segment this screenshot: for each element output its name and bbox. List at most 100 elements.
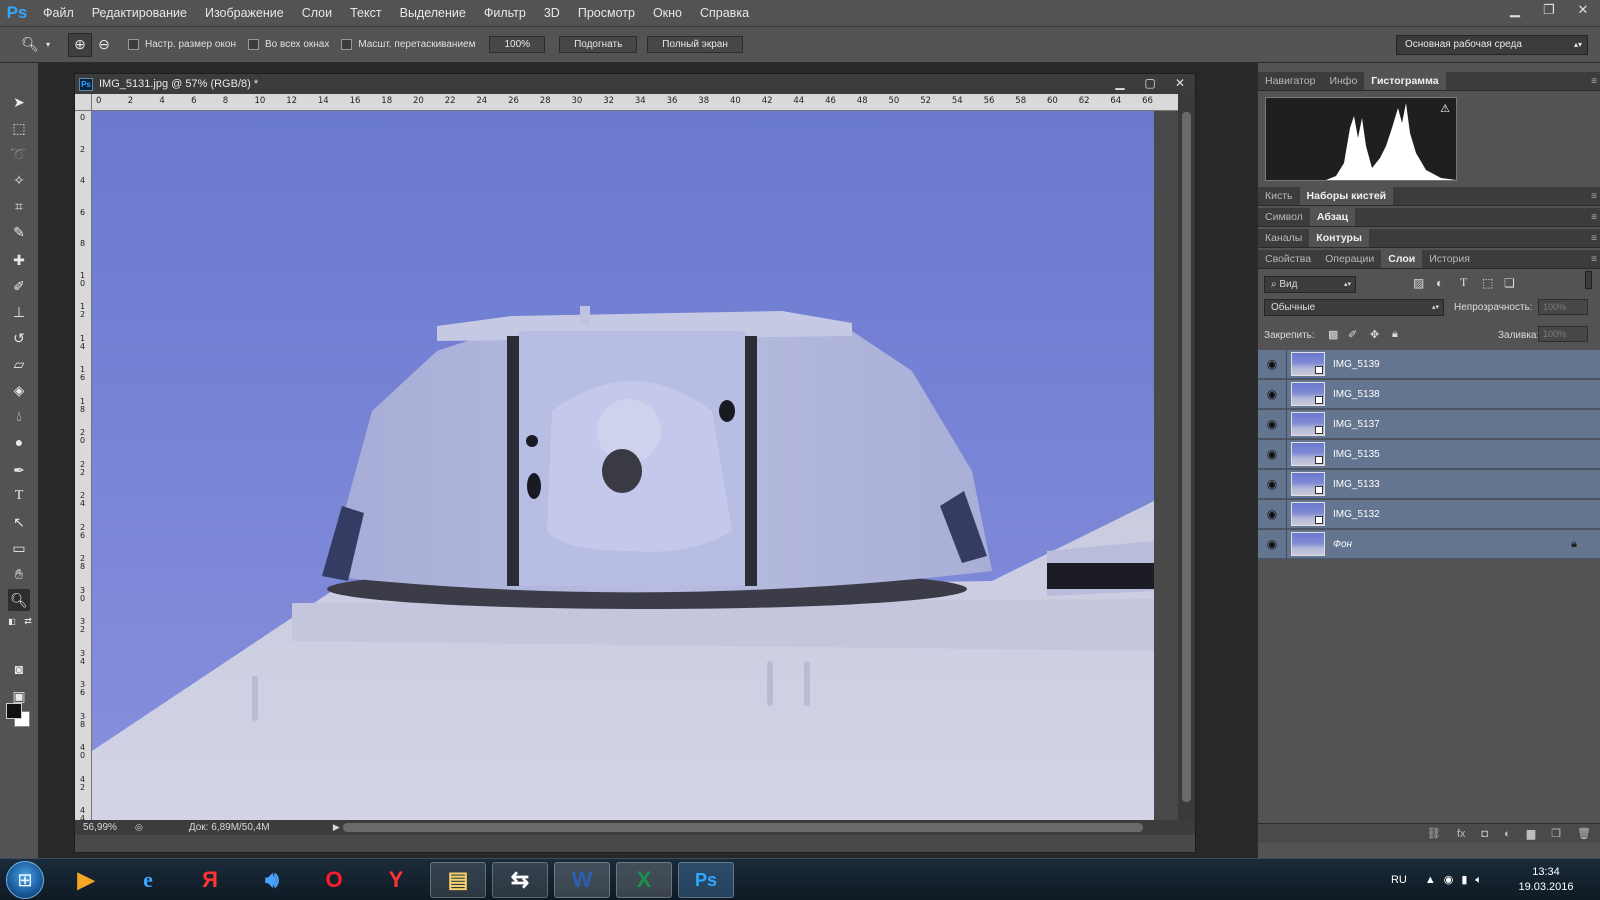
menu-type[interactable]: Текст xyxy=(341,0,390,27)
menu-filter[interactable]: Фильтр xyxy=(475,0,535,27)
type-tool-icon[interactable]: T xyxy=(8,485,30,507)
adjustment-layer-icon[interactable]: ◐ xyxy=(1504,828,1511,840)
tab-actions[interactable]: Операции xyxy=(1318,250,1381,268)
layer-row[interactable]: ◉ IMG_5132 xyxy=(1258,499,1600,529)
restore-button[interactable]: ❐ xyxy=(1532,0,1566,20)
yandex-icon[interactable]: Я xyxy=(182,862,238,898)
lock-position-icon[interactable]: ✥ xyxy=(1370,328,1379,341)
resize-windows-checkbox[interactable]: Настр. размер окон xyxy=(128,39,236,50)
layer-row[interactable]: ◉ IMG_5135 xyxy=(1258,439,1600,469)
menu-view[interactable]: Просмотр xyxy=(569,0,644,27)
layer-row[interactable]: ◉ IMG_5133 xyxy=(1258,469,1600,499)
lock-transparent-icon[interactable]: ▩ xyxy=(1328,328,1338,341)
horizontal-ruler[interactable]: 0 2 4 6 8 10 12 14 16 18 20 22 24 26 28 30 32 34 36 38 40 42 4… xyxy=(92,94,1179,111)
history-brush-tool-icon[interactable]: ↺ xyxy=(8,327,30,349)
filter-toggle-switch[interactable] xyxy=(1585,271,1592,289)
brush-tool-icon[interactable]: ✐ xyxy=(8,275,30,297)
tab-brush-presets[interactable]: Наборы кистей xyxy=(1299,187,1394,205)
lock-icon[interactable]: 🔒︎ xyxy=(1571,538,1577,551)
magic-wand-tool-icon[interactable]: ✧ xyxy=(8,169,30,191)
zoom-out-icon[interactable]: ⊖ xyxy=(92,33,116,57)
menu-image[interactable]: Изображение xyxy=(196,0,293,27)
excel-icon[interactable]: X xyxy=(616,862,672,898)
photoshop-taskbar-icon[interactable]: Ps xyxy=(678,862,734,898)
filter-type-icon[interactable]: T xyxy=(1460,275,1467,290)
link-layers-icon[interactable]: ⛓ xyxy=(1427,827,1441,840)
panel-menu-icon[interactable]: ≡ xyxy=(1591,208,1597,227)
doc-minimize-button[interactable]: ▁ xyxy=(1105,74,1135,92)
tab-paths[interactable]: Контуры xyxy=(1309,229,1369,247)
opacity-field[interactable]: 100% xyxy=(1538,299,1588,315)
eye-icon[interactable]: ◉ xyxy=(1258,477,1286,491)
filter-adjustment-icon[interactable]: ◐ xyxy=(1436,276,1443,290)
tool-preset-chevron-icon[interactable]: ▾ xyxy=(42,33,54,57)
eyedropper-tool-icon[interactable]: ✎ xyxy=(8,221,30,243)
network-app-icon[interactable]: ⇆ xyxy=(492,862,548,898)
zoom-tool-icon[interactable]: 🔍︎ xyxy=(18,33,42,57)
doc-close-button[interactable]: ✕ xyxy=(1165,74,1195,92)
opera-icon[interactable]: O xyxy=(306,862,362,898)
panel-menu-icon[interactable]: ≡ xyxy=(1591,187,1597,206)
checkbox-box[interactable] xyxy=(248,39,259,50)
layer-row-background[interactable]: ◉ Фон 🔒︎ xyxy=(1258,529,1600,559)
layer-style-icon[interactable]: fx xyxy=(1457,828,1466,840)
workspace-select[interactable]: Основная рабочая среда ▴▾ xyxy=(1396,35,1588,55)
hand-tool-icon[interactable]: ✋︎ xyxy=(8,563,30,585)
layer-row[interactable]: ◉ IMG_5139 xyxy=(1258,349,1600,379)
filter-smart-object-icon[interactable]: ❏ xyxy=(1504,276,1515,290)
speaker-app-icon[interactable]: 🔊︎ xyxy=(244,862,300,898)
blur-tool-icon[interactable]: 💧︎ xyxy=(8,405,30,427)
minimize-button[interactable]: ▁ xyxy=(1498,0,1532,20)
actual-pixels-button[interactable]: 100% xyxy=(489,36,546,53)
tab-navigator[interactable]: Навигатор xyxy=(1258,72,1322,90)
lock-brush-icon[interactable]: ✐ xyxy=(1348,328,1357,341)
menu-file[interactable]: Файл xyxy=(34,0,83,27)
quick-mask-icon[interactable]: ◙ xyxy=(8,658,30,680)
default-colors-icon[interactable]: ◧ xyxy=(6,615,18,627)
clone-stamp-tool-icon[interactable]: ⊥ xyxy=(8,301,30,323)
file-explorer-icon[interactable]: ▤ xyxy=(430,862,486,898)
menu-help[interactable]: Справка xyxy=(691,0,758,27)
start-button[interactable]: ⊞ xyxy=(6,861,44,899)
media-player-icon[interactable]: ▶ xyxy=(58,862,114,898)
checkbox-box[interactable] xyxy=(341,39,353,50)
word-icon[interactable]: W xyxy=(554,862,610,898)
eye-icon[interactable]: ◉ xyxy=(1258,417,1286,431)
tray-icons[interactable]: ▲◉▮🔈︎ xyxy=(1425,873,1490,887)
layer-row[interactable]: ◉ IMG_5137 xyxy=(1258,409,1600,439)
all-windows-checkbox[interactable]: Во всех окнах xyxy=(248,39,329,50)
menu-select[interactable]: Выделение xyxy=(391,0,475,27)
tab-info[interactable]: Инфо xyxy=(1322,72,1364,90)
doc-maximize-button[interactable]: ▢ xyxy=(1135,74,1165,92)
clock[interactable]: 13:34 19.03.2016 xyxy=(1506,865,1586,895)
healing-brush-tool-icon[interactable]: ✚ xyxy=(8,249,30,271)
layer-filter-select[interactable]: ⌕ Вид ▴▾ xyxy=(1264,276,1356,293)
menu-3d[interactable]: 3D xyxy=(535,0,569,27)
eye-icon[interactable]: ◉ xyxy=(1258,507,1286,521)
panel-menu-icon[interactable]: ≡ xyxy=(1591,250,1597,269)
cache-warning-icon[interactable]: ⚠ xyxy=(1440,102,1450,115)
tab-histogram[interactable]: Гистограмма xyxy=(1364,72,1446,90)
image-canvas[interactable] xyxy=(92,111,1154,820)
status-options-icon[interactable]: ◎ xyxy=(135,822,143,833)
ruler-origin[interactable] xyxy=(75,94,92,111)
tab-layers[interactable]: Слои xyxy=(1381,250,1423,268)
marquee-tool-icon[interactable]: ⬚ xyxy=(8,117,30,139)
layer-row[interactable]: ◉ IMG_5138 xyxy=(1258,379,1600,409)
foreground-color-swatch[interactable] xyxy=(6,703,22,719)
eye-icon[interactable]: ◉ xyxy=(1258,357,1286,371)
panel-menu-icon[interactable]: ≡ xyxy=(1591,72,1597,91)
eraser-tool-icon[interactable]: ▱ xyxy=(8,353,30,375)
close-button[interactable]: ✕ xyxy=(1566,0,1600,20)
filter-pixel-icon[interactable]: ▨ xyxy=(1413,276,1424,290)
dodge-tool-icon[interactable]: ● xyxy=(8,431,30,453)
scrollbar-thumb[interactable] xyxy=(1182,112,1191,802)
tab-brush[interactable]: Кисть xyxy=(1258,187,1300,205)
swap-colors-icon[interactable]: ⇄ xyxy=(22,615,34,627)
panel-menu-icon[interactable]: ≡ xyxy=(1591,229,1597,248)
horizontal-scrollbar[interactable] xyxy=(343,823,1143,832)
tab-character[interactable]: Символ xyxy=(1258,208,1310,226)
eye-icon[interactable]: ◉ xyxy=(1258,387,1286,401)
menu-window[interactable]: Окно xyxy=(644,0,691,27)
fill-screen-button[interactable]: Полный экран xyxy=(647,36,743,53)
